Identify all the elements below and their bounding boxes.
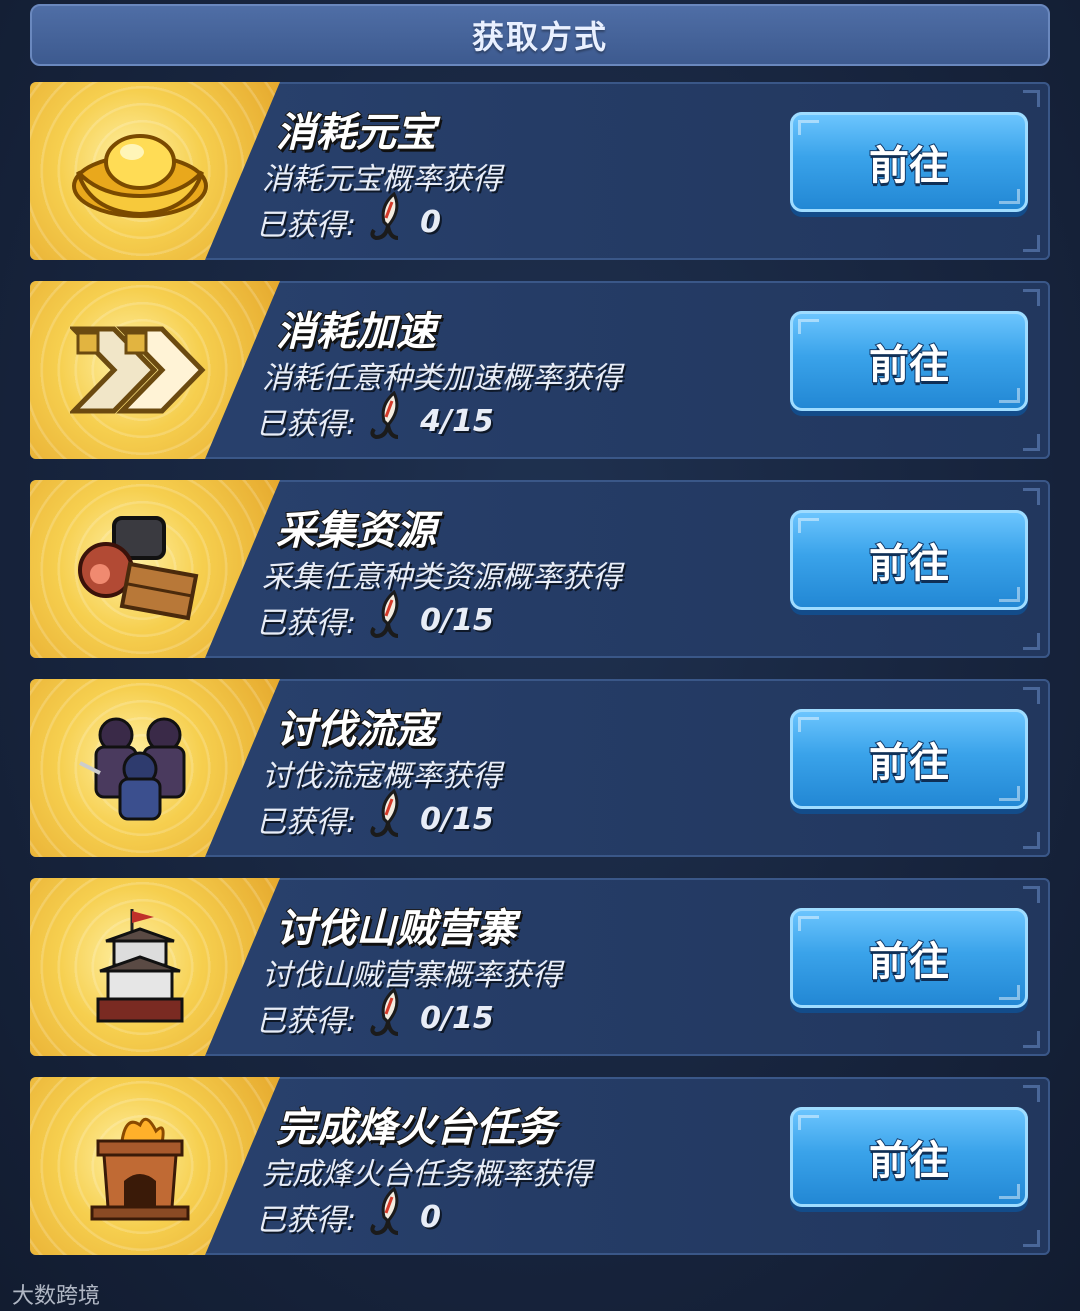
feather-token-icon [366,191,406,252]
method-description: 采集任意种类资源概率获得 [262,560,622,595]
acquired-label: 已获得: [256,1004,357,1039]
go-button-label: 前往 [868,540,950,588]
method-description: 消耗任意种类加速概率获得 [262,361,622,396]
go-button[interactable]: 前往 [790,510,1028,610]
acquire-method-card: 消耗加速 消耗任意种类加速概率获得 已获得: 4/15 前往 [30,281,1050,459]
acquired-count: 0/15 [420,1000,494,1036]
method-title: 采集资源 [275,507,437,555]
method-title: 消耗元宝 [275,109,437,157]
go-button[interactable]: 前往 [790,311,1028,411]
acquired-row: 已获得: 0 [256,191,441,244]
acquire-method-card: 讨伐山贼营寨 讨伐山贼营寨概率获得 已获得: 0/15 前往 [30,878,1050,1056]
feather-token-icon [366,788,406,849]
method-title: 完成烽火台任务 [275,1104,557,1152]
bandit-fort-icon [70,902,210,1032]
acquire-method-card: 完成烽火台任务 完成烽火台任务概率获得 已获得: 0 前往 [30,1077,1050,1255]
go-button[interactable]: 前往 [790,112,1028,212]
acquire-method-card: 消耗元宝 消耗元宝概率获得 已获得: 0 前往 [30,82,1050,260]
feather-token-icon [366,390,406,451]
acquired-count: 0/15 [420,801,494,837]
watermark-text: 大数跨境 [12,1284,101,1309]
acquired-row: 已获得: 4/15 [256,390,494,443]
acquired-label: 已获得: [256,1203,357,1238]
method-description: 完成烽火台任务概率获得 [262,1157,592,1192]
speedup-arrows-icon [70,305,210,435]
feather-token-icon [366,1186,406,1247]
go-button-label: 前往 [868,142,950,190]
watermark: 大数跨境 [12,1278,100,1310]
acquired-label: 已获得: [256,407,357,442]
method-title: 讨伐山贼营寨 [275,905,517,953]
go-button[interactable]: 前往 [790,1107,1028,1207]
feather-token-icon [366,589,406,650]
method-title: 消耗加速 [275,308,437,356]
acquired-label: 已获得: [256,805,357,840]
acquired-count: 0 [420,204,441,240]
go-button[interactable]: 前往 [790,709,1028,809]
resources-icon [70,504,210,634]
beacon-tower-icon [70,1101,210,1231]
bandit-soldiers-icon [70,703,210,833]
method-description: 讨伐山贼营寨概率获得 [262,958,562,993]
method-title: 讨伐流寇 [275,706,437,754]
go-button-label: 前往 [868,341,950,389]
acquired-row: 已获得: 0/15 [256,589,494,642]
acquire-method-card: 讨伐流寇 讨伐流寇概率获得 已获得: 0/15 前往 [30,679,1050,857]
acquired-label: 已获得: [256,606,357,641]
acquired-count: 0 [420,1199,441,1235]
acquired-row: 已获得: 0/15 [256,788,494,841]
acquired-row: 已获得: 0 [256,1186,441,1239]
feather-token-icon [366,987,406,1048]
go-button-label: 前往 [868,1137,950,1185]
go-button-label: 前往 [868,739,950,787]
acquire-method-card: 采集资源 采集任意种类资源概率获得 已获得: 0/15 前往 [30,480,1050,658]
panel-header: 获取方式 [30,4,1050,66]
acquired-count: 0/15 [420,602,494,638]
acquired-label: 已获得: [256,208,357,243]
gold-ingot-icon [70,106,210,236]
acquired-row: 已获得: 0/15 [256,987,494,1040]
go-button[interactable]: 前往 [790,908,1028,1008]
header-title: 获取方式 [471,18,608,56]
go-button-label: 前往 [868,938,950,986]
acquired-count: 4/15 [420,403,494,439]
